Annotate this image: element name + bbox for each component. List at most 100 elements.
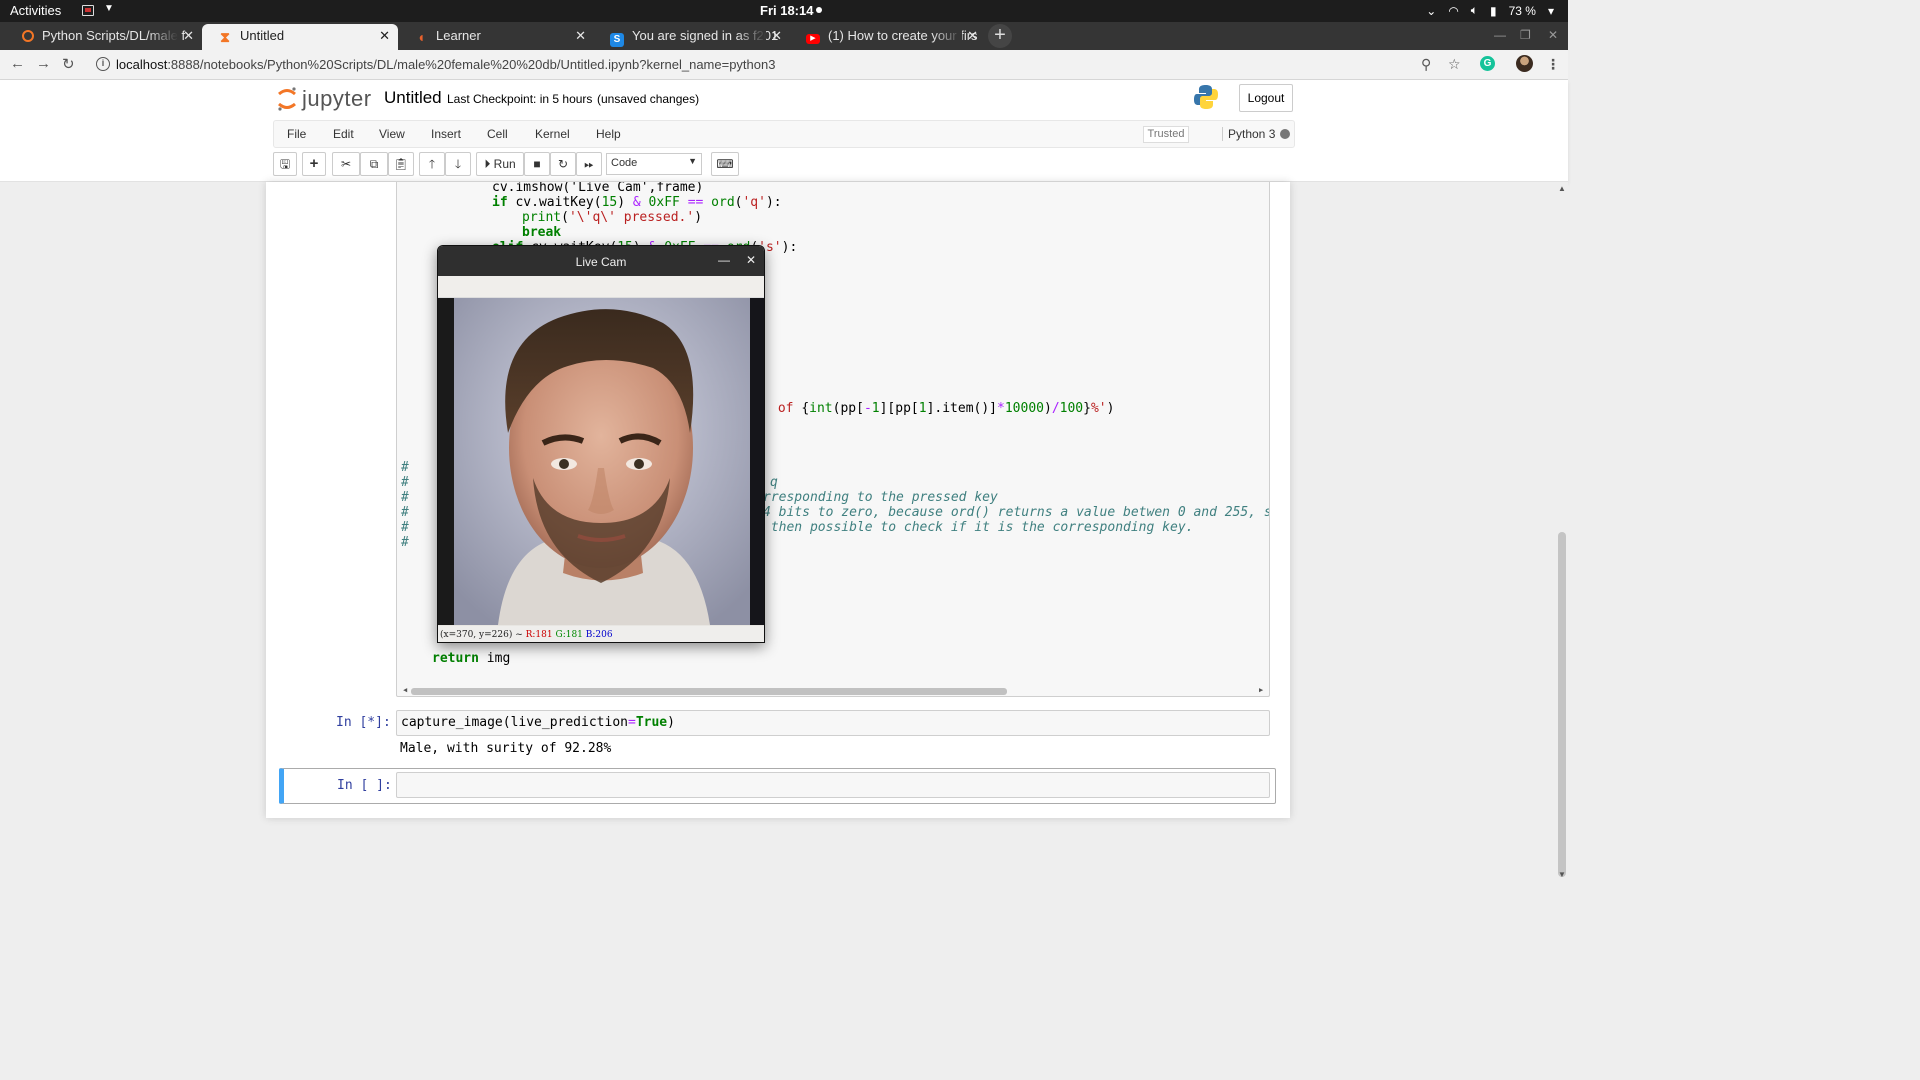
code-line: break xyxy=(522,225,562,240)
python-logo-icon xyxy=(1194,85,1218,109)
jupyter-logo-text[interactable]: jupyter xyxy=(302,86,372,112)
minimize-icon[interactable]: — xyxy=(718,253,730,267)
menu-kernel[interactable]: Kernel xyxy=(535,127,570,141)
notebook-name[interactable]: Untitled xyxy=(384,88,442,108)
tab-untitled[interactable]: ⧗ Untitled ✕ xyxy=(202,24,398,50)
chevron-down-icon[interactable]: ▼ xyxy=(104,3,114,14)
more-menu-icon[interactable]: ⋮ xyxy=(1546,56,1560,73)
scrollbar-thumb[interactable] xyxy=(1558,532,1566,877)
close-tab-icon[interactable]: ✕ xyxy=(575,28,586,44)
new-tab-button[interactable]: + xyxy=(988,24,1012,48)
command-palette-button[interactable]: ⌨ xyxy=(711,152,739,176)
close-tab-icon[interactable]: ✕ xyxy=(771,28,782,44)
profile-avatar[interactable] xyxy=(1516,55,1533,72)
move-down-button[interactable]: 🡓 xyxy=(445,152,471,176)
plus-icon: + xyxy=(309,155,319,172)
menu-file[interactable]: File xyxy=(287,127,306,141)
jupyter-logo-icon[interactable] xyxy=(276,86,298,112)
tab-signed-in[interactable]: S You are signed in as f201 ✕ xyxy=(594,24,790,50)
system-tray[interactable]: ⌄ ◠ 🔈︎ ▮ 73 % ▾ xyxy=(1426,3,1554,18)
forward-icon[interactable]: → xyxy=(36,55,51,72)
close-window-icon[interactable]: ✕ xyxy=(1548,28,1558,42)
copy-button[interactable]: ⧉ xyxy=(360,152,388,176)
close-icon[interactable]: ✕ xyxy=(746,253,756,267)
interrupt-button[interactable]: ■ xyxy=(524,152,550,176)
chevron-down-icon: ▾ xyxy=(1547,3,1554,18)
paste-button[interactable]: 📋︎ xyxy=(388,152,414,176)
info-icon[interactable]: i xyxy=(96,57,110,71)
comment-text: q xyxy=(770,475,778,490)
tab-learner[interactable]: ◖ Learner ✕ xyxy=(398,24,594,50)
grammarly-icon[interactable]: G xyxy=(1480,56,1495,71)
move-up-button[interactable]: 🡑 xyxy=(419,152,445,176)
run-button[interactable]: ⏵ Run xyxy=(476,152,524,176)
window-toolbar xyxy=(438,276,764,298)
horizontal-scrollbar[interactable]: ◀ ▶ xyxy=(403,686,1265,696)
clock[interactable]: Fri 18:14 xyxy=(760,3,823,18)
learner-favicon-icon: ◖ xyxy=(416,29,426,45)
save-button[interactable]: 🖫︎ xyxy=(273,152,297,176)
kernel-name[interactable]: Python 3 xyxy=(1222,127,1275,141)
tab-youtube[interactable]: ▶ (1) How to create your firs ✕ xyxy=(790,24,986,50)
cell-output: Male, with surity of 92.28% xyxy=(400,741,612,756)
zoom-icon[interactable]: ⚲ xyxy=(1421,56,1431,73)
address-bar[interactable]: i localhost:8888/notebooks/Python%20Scri… xyxy=(90,53,1470,77)
code-line: return img xyxy=(432,651,511,666)
back-icon[interactable]: ← xyxy=(10,55,25,72)
reload-icon[interactable]: ↻ xyxy=(62,55,75,73)
cell-type-value: Code xyxy=(611,157,638,169)
tab-python-scripts[interactable]: Python Scripts/DL/male f ✕ xyxy=(6,24,202,50)
menu-view[interactable]: View xyxy=(379,127,405,141)
bookmark-star-icon[interactable]: ☆ xyxy=(1448,56,1461,73)
scroll-up-icon[interactable]: ▲ xyxy=(1558,184,1566,193)
restart-run-all-button[interactable]: ⏩︎ xyxy=(576,152,602,176)
checkpoint-status: Last Checkpoint: in 5 hours xyxy=(447,92,593,106)
code-cell-editor[interactable] xyxy=(396,772,1270,798)
cut-button[interactable]: ✂ xyxy=(332,152,360,176)
restart-button[interactable]: ↻ xyxy=(550,152,576,176)
notebook-container: cv.imshow('Live Cam',frame) if cv.waitKe… xyxy=(266,182,1290,818)
fast-forward-icon: ⏩︎ xyxy=(584,157,594,171)
selected-cell[interactable]: In [ ]: xyxy=(279,768,1276,804)
paste-icon: 📋︎ xyxy=(393,157,409,171)
comment-text: then possible to check if it is the corr… xyxy=(763,520,1194,535)
scroll-right-icon[interactable]: ▶ xyxy=(1259,686,1263,694)
green-value: G:181 xyxy=(555,630,583,640)
wifi-icon: ◠ xyxy=(1448,3,1459,18)
webcam-frame-image[interactable] xyxy=(438,298,765,625)
app-menu-icon[interactable] xyxy=(82,5,94,16)
menu-help[interactable]: Help xyxy=(596,127,621,141)
comment-line: # xyxy=(401,505,409,520)
live-cam-window[interactable]: Live Cam — ✕ (x=370, y=226) ~ R:181 G:18… xyxy=(437,245,765,643)
activities-button[interactable]: Activities xyxy=(10,3,61,18)
chevron-down-icon: ▼ xyxy=(688,156,697,166)
trusted-indicator[interactable]: Trusted xyxy=(1143,126,1189,143)
scissors-icon: ✂ xyxy=(340,157,352,171)
comment-line: # xyxy=(401,535,409,550)
insert-cell-button[interactable]: + xyxy=(302,152,326,176)
jupyter-header: jupyter Untitled Last Checkpoint: in 5 h… xyxy=(0,80,1568,182)
menu-cell[interactable]: Cell xyxy=(487,127,508,141)
notebook-area[interactable]: cv.imshow('Live Cam',frame) if cv.waitKe… xyxy=(0,182,1568,882)
minimize-window-icon[interactable]: — xyxy=(1494,28,1506,42)
scroll-down-icon[interactable]: ▼ xyxy=(1558,870,1566,879)
close-tab-icon[interactable]: ✕ xyxy=(183,28,194,44)
battery-percent: 73 % xyxy=(1508,3,1536,18)
window-titlebar[interactable]: Live Cam — ✕ xyxy=(438,246,764,276)
vertical-scrollbar[interactable]: ▲ ▼ xyxy=(1556,182,1568,882)
restart-icon: ↻ xyxy=(557,157,569,171)
menu-edit[interactable]: Edit xyxy=(333,127,354,141)
close-tab-icon[interactable]: ✕ xyxy=(967,28,978,44)
logout-button[interactable]: Logout xyxy=(1239,84,1293,112)
url-host: localhost xyxy=(116,57,168,72)
code-cell-editor[interactable]: capture_image(live_prediction=True) xyxy=(396,710,1270,736)
keyboard-icon: ⌨ xyxy=(716,157,734,171)
scrollbar-thumb[interactable] xyxy=(411,688,1007,695)
scroll-left-icon[interactable]: ◀ xyxy=(403,686,407,694)
code-line: if cv.waitKey(15) & 0xFF == ord('q'): xyxy=(492,195,782,210)
menu-insert[interactable]: Insert xyxy=(431,127,461,141)
cell-type-select[interactable]: Code ▼ xyxy=(606,153,702,175)
maximize-window-icon[interactable]: ❐ xyxy=(1520,28,1531,42)
close-tab-icon[interactable]: ✕ xyxy=(379,28,390,44)
cell-prompt: In [ ]: xyxy=(337,778,392,793)
